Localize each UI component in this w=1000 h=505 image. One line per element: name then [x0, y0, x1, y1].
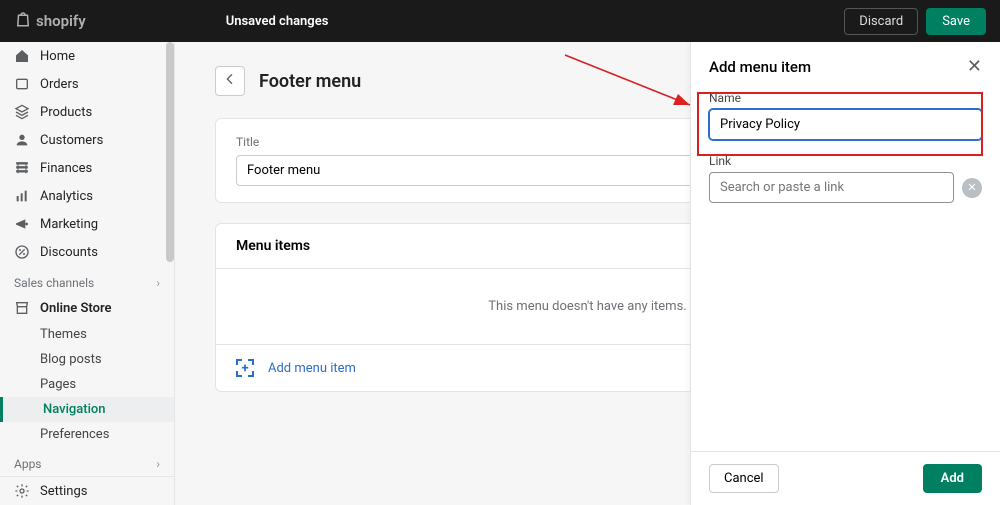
- topbar: shopify Unsaved changes Discard Save: [0, 0, 1000, 42]
- products-icon: [14, 104, 30, 120]
- sales-channels-header[interactable]: Sales channels ›: [0, 266, 174, 294]
- sidebar-item-label: Products: [40, 105, 92, 120]
- discounts-icon: [14, 244, 30, 260]
- chevron-right-icon: ›: [156, 457, 160, 471]
- analytics-icon: [14, 188, 30, 204]
- subnav-pages[interactable]: Pages: [40, 372, 174, 397]
- unsaved-changes-label: Unsaved changes: [226, 14, 329, 29]
- finances-icon: [14, 160, 30, 176]
- clear-x-icon: ✕: [967, 181, 976, 194]
- sidebar-item-marketing[interactable]: Marketing: [0, 210, 174, 238]
- menu-item-link-input[interactable]: [709, 172, 954, 203]
- gear-icon: [14, 483, 30, 499]
- home-icon: [14, 48, 30, 64]
- chevron-right-icon: ›: [156, 276, 160, 290]
- sidebar-scrollbar-track: [166, 42, 174, 505]
- apps-header[interactable]: Apps ›: [0, 447, 174, 475]
- add-plus-icon: +: [236, 359, 254, 377]
- customers-icon: [14, 132, 30, 148]
- apps-label: Apps: [14, 457, 42, 471]
- discard-button[interactable]: Discard: [844, 8, 918, 35]
- sidebar-item-label: Home: [40, 49, 75, 64]
- sidebar-item-label: Analytics: [40, 189, 93, 204]
- name-field-label: Name: [709, 91, 982, 105]
- sidebar-item-label: Marketing: [40, 217, 98, 232]
- back-button[interactable]: [215, 66, 245, 96]
- close-icon: ✕: [967, 56, 982, 77]
- sidebar-item-home[interactable]: Home: [0, 42, 174, 70]
- sidebar-item-analytics[interactable]: Analytics: [0, 182, 174, 210]
- sidebar-scrollbar-thumb[interactable]: [166, 42, 174, 262]
- sidebar-item-finances[interactable]: Finances: [0, 154, 174, 182]
- clear-link-button[interactable]: ✕: [962, 178, 982, 198]
- page-title: Footer menu: [259, 71, 361, 92]
- sidebar-item-label: Discounts: [40, 245, 98, 260]
- menu-item-name-input[interactable]: [709, 109, 982, 140]
- close-button[interactable]: ✕: [967, 56, 982, 77]
- sidebar-item-settings[interactable]: Settings: [0, 477, 174, 505]
- subnav-blog-posts[interactable]: Blog posts: [40, 347, 174, 372]
- name-field-group: Name: [709, 91, 982, 140]
- panel-title: Add menu item: [709, 58, 811, 76]
- online-store-icon: [14, 300, 30, 316]
- marketing-icon: [14, 216, 30, 232]
- sidebar-item-label: Online Store: [40, 301, 112, 316]
- cancel-button[interactable]: Cancel: [709, 464, 779, 493]
- sidebar-item-online-store[interactable]: Online Store: [0, 294, 174, 322]
- add-menu-item-link: Add menu item: [268, 361, 356, 376]
- sidebar-item-orders[interactable]: Orders: [0, 70, 174, 98]
- sidebar-item-label: Finances: [40, 161, 92, 176]
- sidebar-item-label: Settings: [40, 484, 87, 499]
- brand-text: shopify: [36, 12, 86, 30]
- arrow-left-icon: [222, 71, 238, 91]
- shopify-bag-icon: [14, 10, 32, 32]
- sales-channels-label: Sales channels: [14, 276, 94, 290]
- sidebar-item-customers[interactable]: Customers: [0, 126, 174, 154]
- online-store-subnav: Themes Blog posts Pages Navigation Prefe…: [0, 322, 174, 447]
- link-field-group: Link ✕: [709, 154, 982, 203]
- link-field-label: Link: [709, 154, 982, 168]
- sidebar-item-label: Customers: [40, 133, 103, 148]
- topbar-actions: Discard Save: [844, 8, 986, 35]
- sidebar-item-add-apps[interactable]: + Add apps: [0, 475, 174, 476]
- sidebar-item-discounts[interactable]: Discounts: [0, 238, 174, 266]
- sidebar-item-products[interactable]: Products: [0, 98, 174, 126]
- subnav-themes[interactable]: Themes: [40, 322, 174, 347]
- add-button[interactable]: Add: [923, 464, 982, 493]
- orders-icon: [14, 76, 30, 92]
- save-button[interactable]: Save: [926, 8, 986, 35]
- subnav-preferences[interactable]: Preferences: [40, 422, 174, 447]
- add-menu-item-panel: Add menu item ✕ Name Link ✕ Cancel Add: [690, 42, 1000, 505]
- sidebar-item-label: Orders: [40, 77, 79, 92]
- shopify-logo: shopify: [14, 10, 86, 32]
- sidebar: Home Orders Products Customers Finances …: [0, 42, 175, 505]
- subnav-navigation[interactable]: Navigation: [0, 397, 174, 422]
